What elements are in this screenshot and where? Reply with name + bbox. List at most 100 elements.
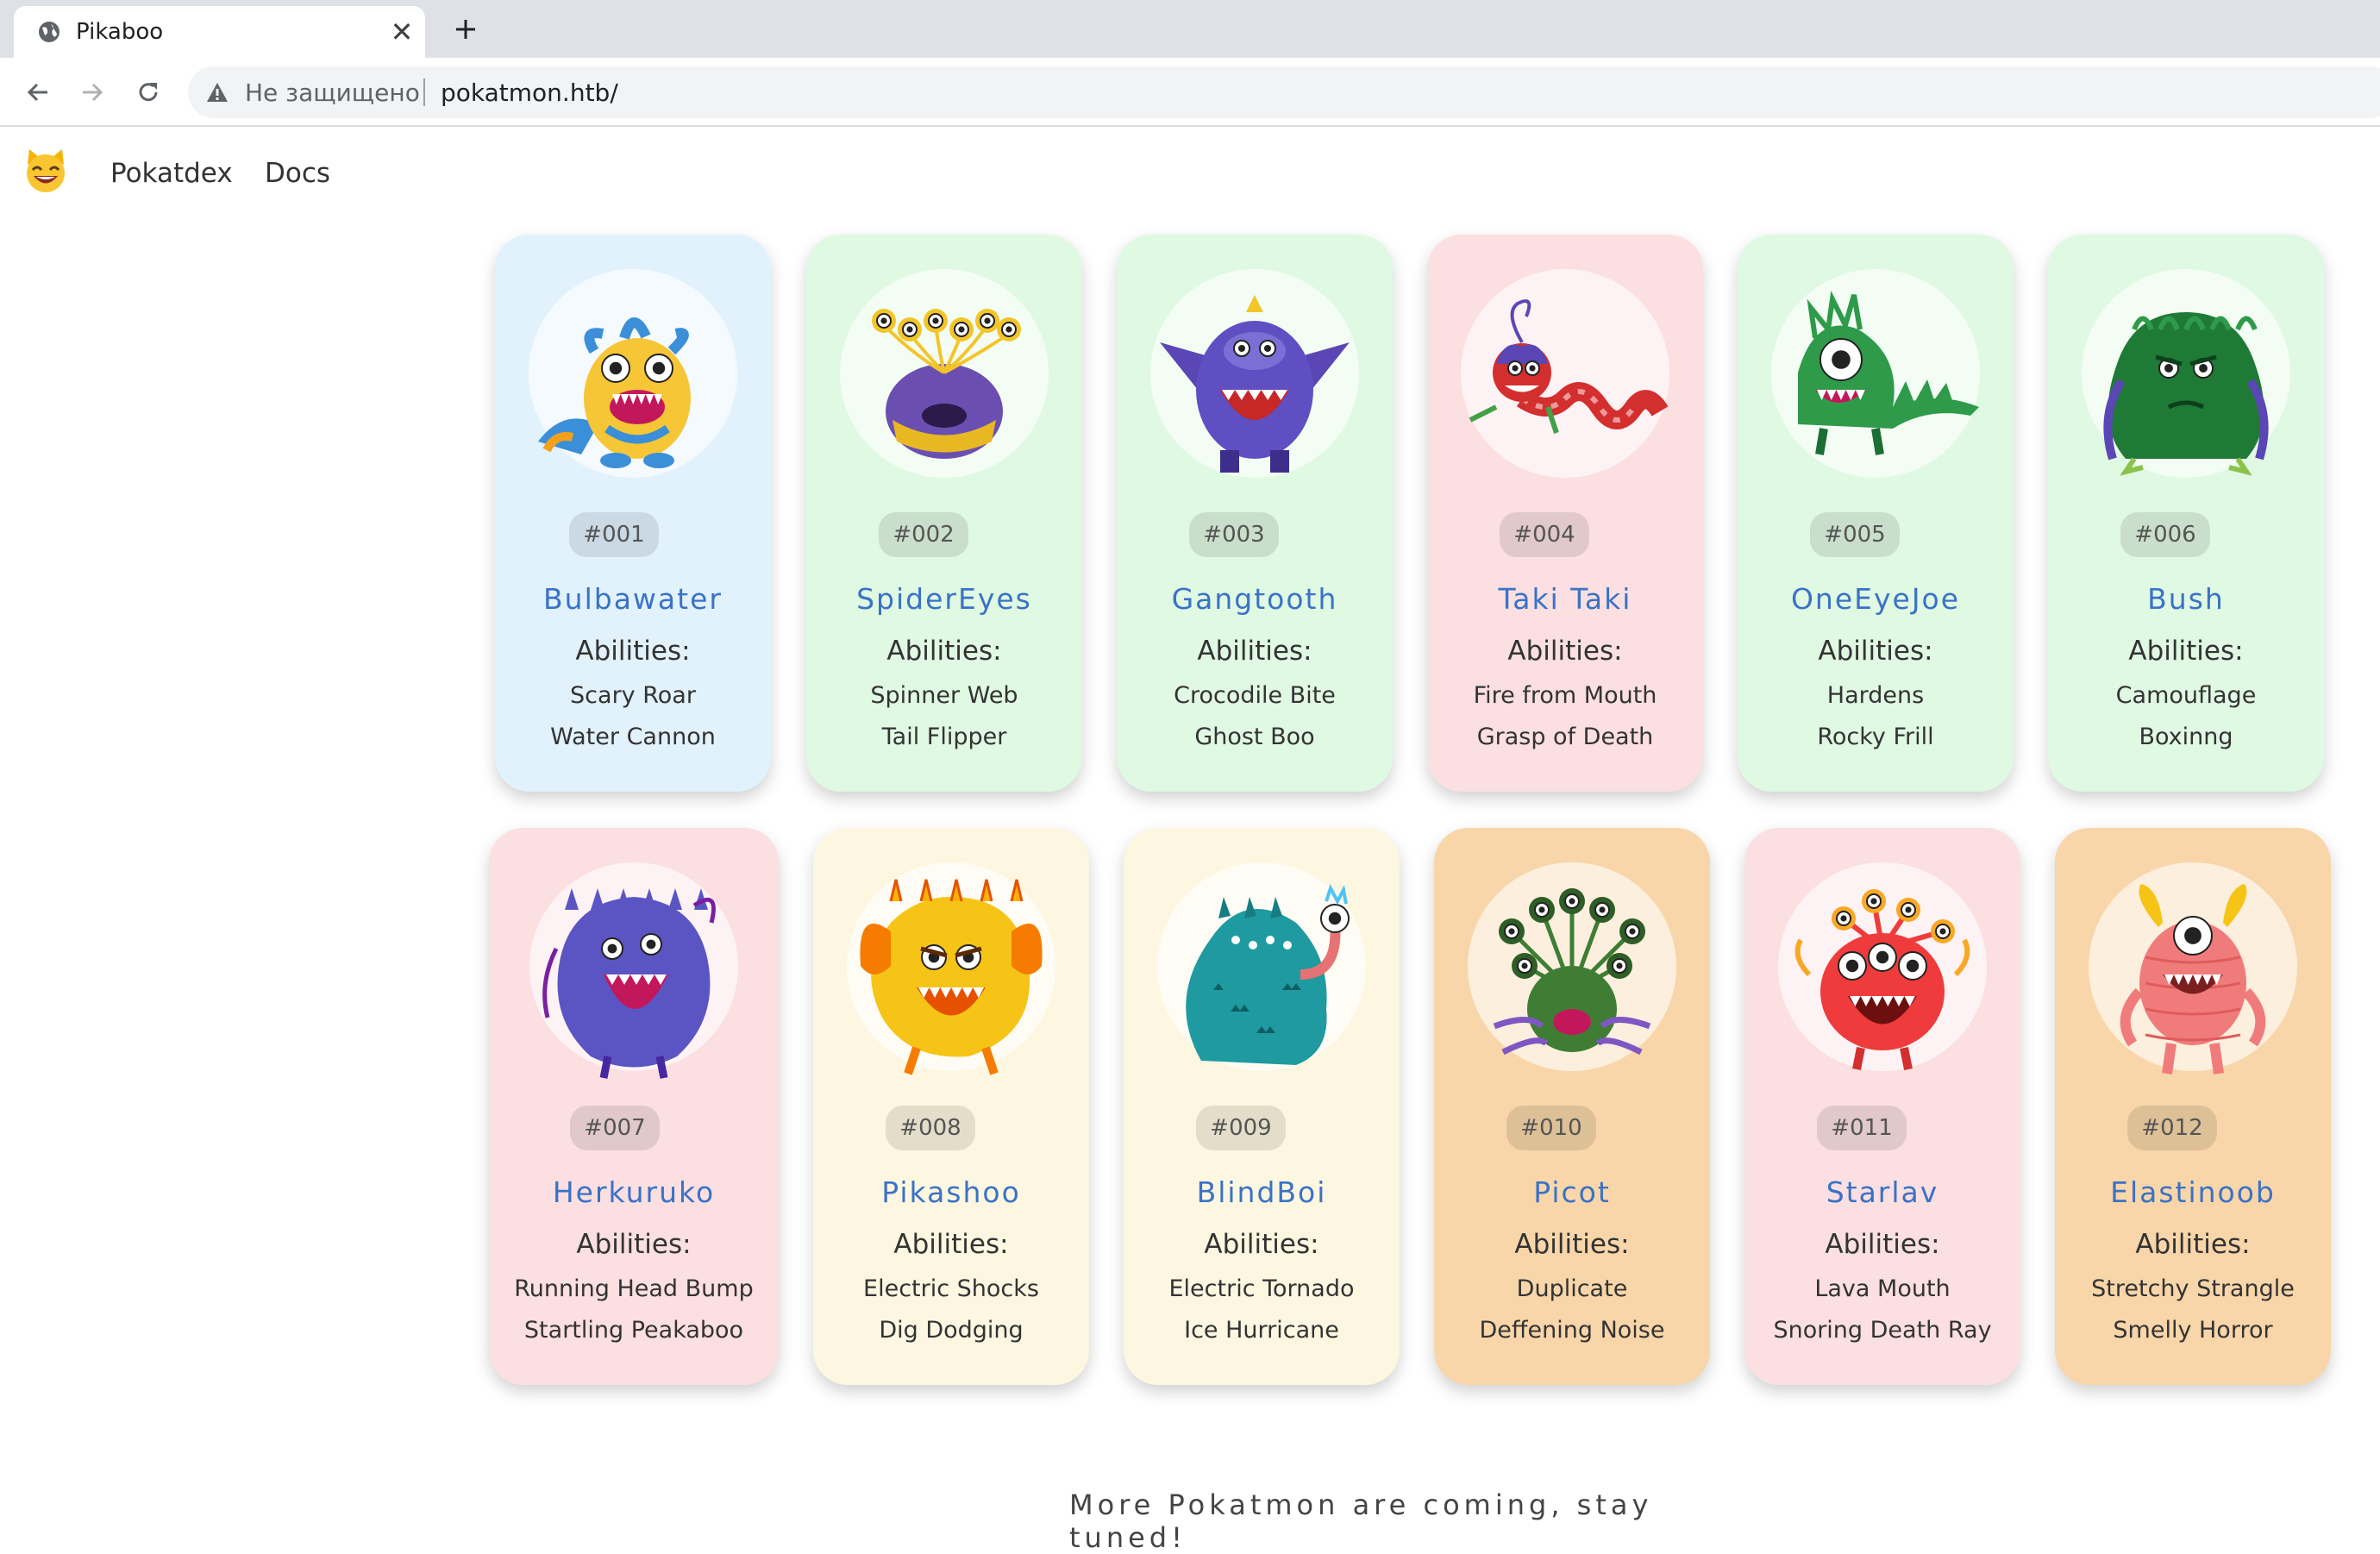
monster-portrait — [529, 862, 738, 1079]
monster-portrait — [847, 862, 1055, 1075]
ability-item: Duplicate — [1516, 1275, 1628, 1302]
cat-face-icon[interactable] — [22, 147, 69, 194]
ability-item: Lava Mouth — [1814, 1275, 1951, 1302]
warning-triangle-icon — [207, 83, 228, 102]
abilities-heading: Abilities: — [2128, 636, 2244, 667]
monster-illustration-icon — [1160, 295, 1350, 473]
address-divider — [423, 78, 425, 106]
monster-number-badge: #001 — [569, 512, 659, 557]
monster-name[interactable]: Elastinoob — [2055, 1175, 2331, 1209]
abilities-heading: Abilities: — [1818, 636, 1933, 667]
monster-portrait — [2082, 269, 2290, 478]
monster-name[interactable]: OneEyeJoe — [1738, 582, 2014, 616]
monster-name[interactable]: Taki Taki — [1427, 582, 1703, 616]
tab-close-icon[interactable]: ✕ — [387, 17, 416, 47]
site-navbar: Pokatdex Docs — [0, 128, 2380, 219]
monster-name[interactable]: Starlav — [1744, 1175, 2020, 1209]
monster-card[interactable]: #004 Taki Taki Abilities: Fire from Mout… — [1427, 235, 1703, 792]
monster-card[interactable]: #005 OneEyeJoe Abilities: Hardens Rocky … — [1738, 235, 2014, 792]
forward-arrow-icon[interactable] — [75, 75, 110, 110]
abilities-heading: Abilities: — [1507, 636, 1623, 667]
ability-item: Hardens — [1826, 682, 1925, 709]
monster-illustration-icon — [1469, 299, 1669, 434]
monster-card[interactable]: #002 SpiderEyes Abilities: Spinner Web T… — [806, 235, 1082, 792]
ability-item: Rocky Frill — [1817, 724, 1934, 750]
monster-number-badge: #002 — [879, 512, 968, 557]
url-text[interactable]: pokatmon.htb/ — [441, 78, 618, 107]
new-tab-plus-icon[interactable] — [447, 10, 485, 48]
nav-link-docs[interactable]: Docs — [265, 158, 330, 189]
monster-card[interactable]: #007 Herkuruko Abilities: Running Head B… — [489, 828, 779, 1385]
back-arrow-icon[interactable] — [21, 75, 55, 110]
monster-name[interactable]: Pikashoo — [813, 1175, 1089, 1209]
monster-illustration-icon — [2103, 312, 2269, 476]
monster-portrait — [840, 269, 1049, 478]
browser-tab[interactable]: Pikaboo ✕ — [14, 6, 425, 58]
monster-name[interactable]: Gangtooth — [1117, 582, 1393, 616]
monster-number-badge: #012 — [2127, 1106, 2217, 1150]
browser-tab-strip: Pikaboo ✕ — [0, 0, 2380, 58]
monster-number-badge: #008 — [886, 1106, 975, 1150]
monster-illustration-icon — [1493, 888, 1651, 1056]
monster-card[interactable]: #006 Bush Abilities: Camouflage Boxinng — [2048, 235, 2324, 792]
address-bar[interactable]: Не защищено pokatmon.htb/ — [188, 66, 2380, 118]
ability-item: Dig Dodging — [879, 1317, 1024, 1344]
monster-name[interactable]: SpiderEyes — [806, 582, 1082, 616]
monster-illustration-icon — [542, 888, 716, 1079]
monster-card[interactable]: #003 Gangtooth Abilities: Crocodile Bite… — [1117, 235, 1393, 792]
monster-portrait — [1771, 269, 1980, 478]
monster-number-badge: #004 — [1500, 512, 1589, 557]
reload-icon[interactable] — [131, 75, 166, 110]
ability-item: Ghost Boo — [1194, 724, 1315, 750]
ability-item: Startling Peakaboo — [523, 1317, 744, 1344]
ability-item: Electric Shocks — [863, 1275, 1039, 1302]
abilities-heading: Abilities: — [1825, 1229, 1940, 1260]
monster-card[interactable]: #012 Elastinoob Abilities: Stretchy Stra… — [2055, 828, 2331, 1385]
tab-title: Pikaboo — [76, 19, 164, 45]
monster-name[interactable]: Herkuruko — [489, 1175, 779, 1209]
ability-item: Grasp of Death — [1476, 724, 1654, 750]
ability-item: Stretchy Strangle — [2091, 1275, 2295, 1302]
coming-soon-message: More Pokatmon are coming, stay tuned! — [1069, 1488, 1653, 1554]
monster-portrait — [1468, 862, 1676, 1071]
ability-item: Electric Tornado — [1168, 1275, 1355, 1302]
monster-illustration-icon — [538, 317, 691, 468]
ability-item: Tail Flipper — [881, 724, 1007, 750]
monster-number-badge: #011 — [1817, 1106, 1907, 1150]
monster-number-badge: #005 — [1810, 512, 1900, 557]
monster-name[interactable]: BlindBoi — [1124, 1175, 1400, 1209]
monster-illustration-icon — [1794, 889, 1970, 1070]
monster-name[interactable]: Bulbawater — [495, 582, 771, 616]
nav-link-pokatdex[interactable]: Pokatdex — [110, 158, 233, 189]
monster-name[interactable]: Bush — [2048, 582, 2324, 616]
monster-illustration-icon — [860, 879, 1043, 1075]
monster-card[interactable]: #011 Starlav Abilities: Lava Mouth Snori… — [1744, 828, 2020, 1385]
browser-toolbar: Не защищено pokatmon.htb/ — [0, 58, 2380, 127]
abilities-heading: Abilities: — [2135, 1229, 2251, 1260]
not-secure-label[interactable]: Не защищено — [245, 78, 420, 107]
monster-number-badge: #009 — [1196, 1106, 1286, 1150]
monster-card[interactable]: #010 Picot Abilities: Duplicate Deffenin… — [1434, 828, 1710, 1385]
monster-card[interactable]: #009 BlindBoi Abilities: Electric Tornad… — [1124, 828, 1400, 1385]
ability-item: Camouflage — [2115, 682, 2257, 709]
abilities-heading: Abilities: — [1197, 636, 1312, 667]
monster-illustration-icon — [2120, 884, 2266, 1075]
monster-card[interactable]: #001 Bulbawater Abilities: Scary Roar Wa… — [495, 235, 771, 792]
monster-illustration-icon — [872, 309, 1021, 459]
ability-item: Scary Roar — [570, 682, 696, 709]
monster-portrait — [1157, 862, 1366, 1071]
monster-portrait — [1150, 269, 1359, 478]
monster-portrait — [2089, 862, 2297, 1075]
monster-number-badge: #010 — [1506, 1106, 1596, 1150]
ability-item: Deffening Noise — [1479, 1317, 1665, 1344]
abilities-heading: Abilities: — [576, 1229, 692, 1260]
ability-item: Ice Hurricane — [1184, 1317, 1339, 1344]
abilities-heading: Abilities: — [1514, 1229, 1630, 1260]
monster-card[interactable]: #008 Pikashoo Abilities: Electric Shocks… — [813, 828, 1089, 1385]
abilities-heading: Abilities: — [893, 1229, 1009, 1260]
abilities-heading: Abilities: — [886, 636, 1002, 667]
monster-name[interactable]: Picot — [1434, 1175, 1710, 1209]
monster-illustration-icon — [1186, 883, 1350, 1065]
ability-item: Snoring Death Ray — [1773, 1317, 1992, 1344]
ability-item: Water Cannon — [550, 724, 716, 750]
